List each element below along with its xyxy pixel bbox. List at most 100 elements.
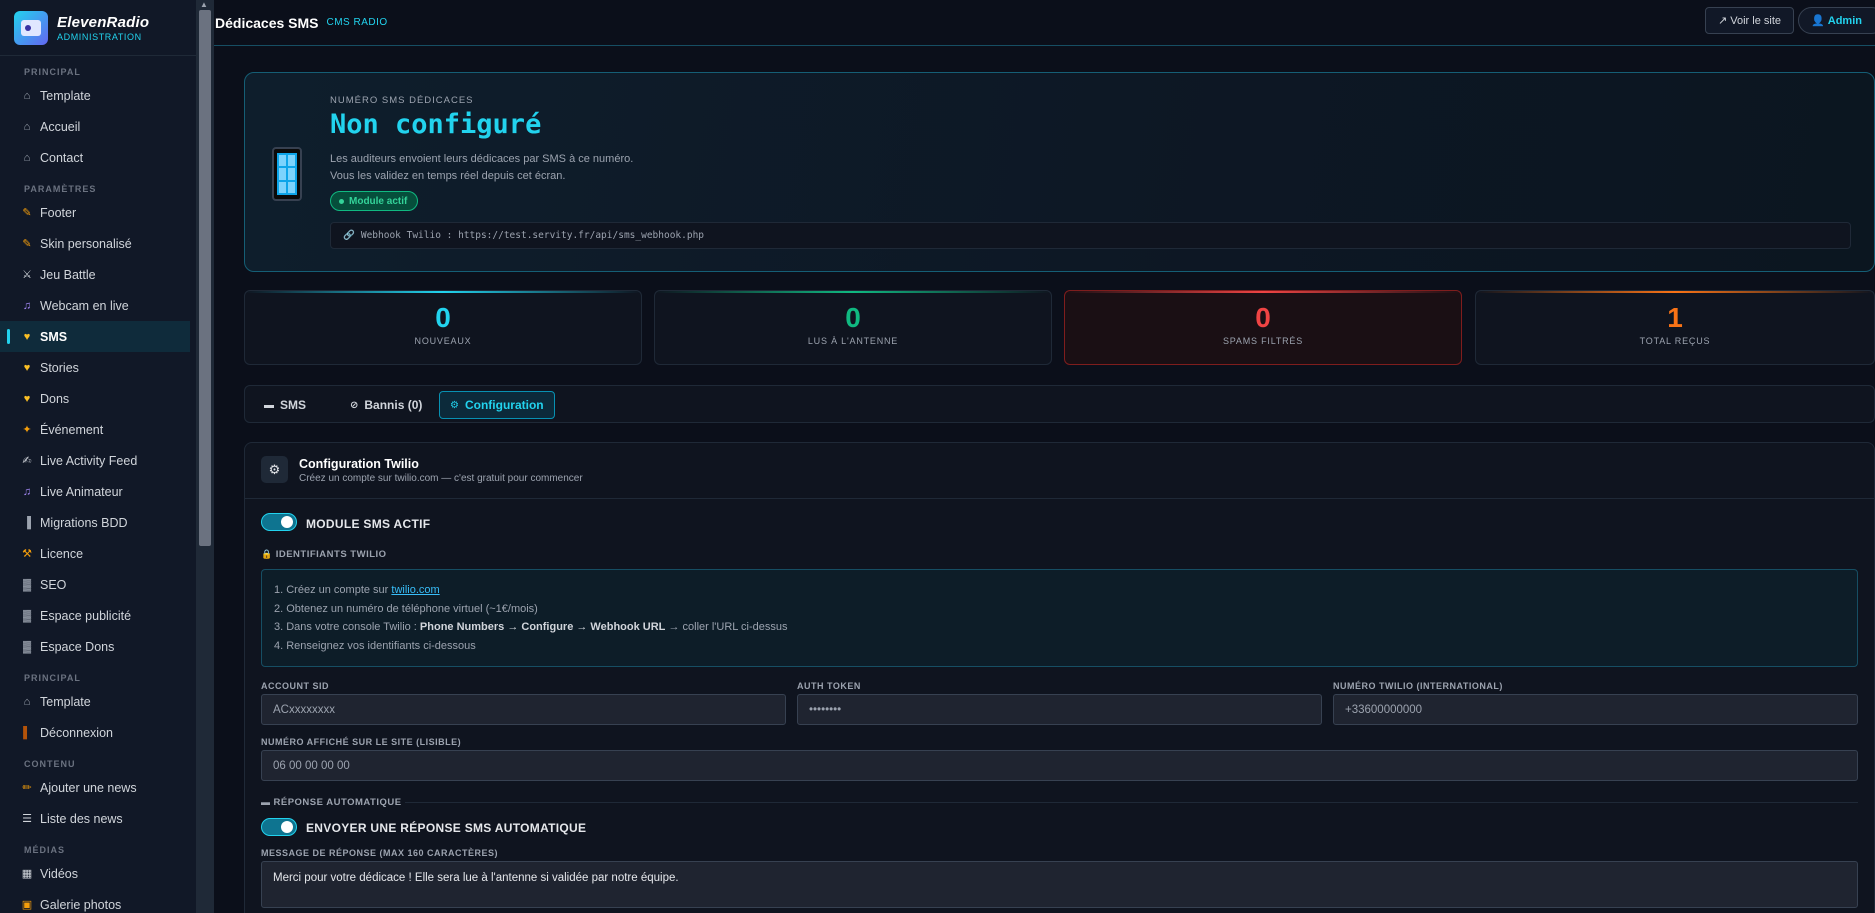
sidebar-item-deconnexion[interactable]: ▌ Déconnexion	[0, 717, 196, 748]
link-icon: 🔗	[343, 230, 355, 241]
wrench-icon: ⚒	[22, 548, 32, 560]
sidebar-item-label: Licence	[40, 546, 84, 561]
stat-label: SPAMS FILTRÉS	[1222, 336, 1304, 346]
display-number-label: NUMÉRO AFFICHÉ SUR LE SITE (LISIBLE)	[261, 737, 462, 747]
auto-reply-toggle-label: ENVOYER UNE RÉPONSE SMS AUTOMATIQUE	[306, 821, 587, 835]
sidebar-item-label: Événement	[40, 422, 104, 437]
tab-label: Bannis (0)	[364, 398, 423, 412]
sidebar-item-liste-des-news[interactable]: ☰ Liste des news	[0, 803, 196, 834]
step-bold-text: Phone Numbers → Configure → Webhook URL	[419, 621, 666, 633]
sidebar-item-template[interactable]: ⌂ Template	[0, 686, 196, 717]
webhook-url-text: Webhook Twilio : https://test.servity.fr…	[360, 230, 705, 241]
instruction-step: 3. Dans votre console Twilio : Phone Num…	[274, 618, 1845, 637]
stat-value: 0	[435, 302, 451, 333]
sidebar-section-title: PRINCIPAL	[24, 67, 81, 77]
sidebar-item-label: SEO	[40, 577, 67, 592]
account-sid-label: ACCOUNT SID	[261, 681, 329, 691]
module-sms-toggle[interactable]	[261, 513, 297, 531]
lock-icon: 🔒	[261, 549, 273, 559]
sms-number-card: NUMÉRO SMS DÉDICACES Non configuré Les a…	[244, 72, 1875, 272]
stat-label: LUS À L'ANTENNE	[807, 336, 899, 346]
sidebar-item-contact[interactable]: ⌂ Contact	[0, 142, 196, 173]
twilio-config-panel: ⚙ Configuration Twilio Créez un compte s…	[244, 442, 1875, 913]
tabs-bar: ▬ SMS ⊘ Bannis (0) ⚙ Configuration	[244, 385, 1875, 423]
sidebar-item-ajouter-une-news[interactable]: ✏ Ajouter une news	[0, 772, 196, 803]
heart-icon: ♥	[23, 392, 31, 405]
description-line: Les auditeurs envoient leurs dédicaces p…	[330, 153, 634, 165]
panel-header: ⚙ Configuration Twilio Créez un compte s…	[245, 443, 1874, 499]
tab-sms[interactable]: ▬ SMS	[254, 391, 316, 419]
section-divider	[405, 802, 1858, 803]
twilio-number-input[interactable]: +33600000000	[1333, 694, 1858, 725]
sidebar-item-stories[interactable]: ♥ Stories	[0, 352, 196, 383]
sidebar-item-label: SMS	[40, 329, 68, 344]
sidebar-item-evenement[interactable]: ✦ Événement	[0, 414, 196, 445]
auth-token-input[interactable]: ••••••••	[797, 694, 1322, 725]
sidebar-item-skin-personalise[interactable]: ✎ Skin personalisé	[0, 228, 196, 259]
gear-icon: ⚙	[261, 456, 288, 483]
sidebar-nav: PRINCIPAL ⌂ Template ⌂ Accueil ⌂ Contact PARAMÈ…	[0, 56, 196, 913]
message-icon: ▬	[261, 797, 271, 807]
sidebar-item-webcam-en-live[interactable]: ♫ Webcam en live	[0, 290, 196, 321]
setup-instructions: 1. Créez un compte sur twilio.com 2. Obt…	[261, 569, 1858, 667]
stat-card-read-on-air: 0 LUS À L'ANTENNE	[654, 290, 1052, 365]
display-number-input[interactable]: 06 00 00 00 00	[261, 750, 1858, 781]
sidebar-item-galerie-photos[interactable]: ▣ Galerie photos	[0, 889, 196, 913]
sidebar-item-accueil[interactable]: ⌂ Accueil	[0, 111, 196, 142]
account-sid-input[interactable]: ACxxxxxxxx	[261, 694, 786, 725]
admin-user-button[interactable]: 👤 Admin	[1798, 7, 1875, 34]
view-site-button[interactable]: ↗ Voir le site	[1704, 7, 1794, 34]
sidebar-item-label: Liste des news	[40, 811, 123, 826]
auto-reply-section-title: ▬ RÉPONSE AUTOMATIQUE	[261, 797, 402, 808]
webhook-url-box[interactable]: 🔗 Webhook Twilio : https://test.servity.…	[330, 222, 1851, 249]
instruction-step: 4. Renseignez vos identifiants ci-dessou…	[274, 639, 476, 652]
sidebar-item-sms[interactable]: ♥ SMS	[0, 321, 190, 352]
tab-banned[interactable]: ⊘ Bannis (0)	[340, 391, 432, 419]
sidebar-item-licence[interactable]: ⚒ Licence	[0, 538, 196, 569]
sidebar-item-label: Webcam en live	[40, 298, 129, 313]
auto-reply-section-label: RÉPONSE AUTOMATIQUE	[273, 797, 402, 808]
page-title: Dédicaces SMS	[215, 14, 319, 31]
description-line: Vous les validez en temps réel depuis ce…	[330, 170, 566, 182]
scroll-up-arrow-icon[interactable]: ▲	[200, 0, 208, 9]
radio-logo-icon	[14, 10, 48, 45]
swords-icon: ⚔	[22, 269, 32, 281]
sidebar-item-live-animateur[interactable]: ♫ Live Animateur	[0, 476, 196, 507]
sms-number-label: NUMÉRO SMS DÉDICACES	[330, 95, 474, 106]
panel-subtitle: Créez un compte sur twilio.com — c'est g…	[299, 473, 583, 484]
sidebar-item-dons[interactable]: ♥ Dons	[0, 383, 196, 414]
brand[interactable]: ElevenRadio ADMINISTRATION	[0, 0, 213, 56]
stat-label: TOTAL REÇUS	[1639, 336, 1711, 346]
sidebar-item-migrations-bdd[interactable]: ▐ Migrations BDD	[0, 507, 196, 538]
sidebar-item-label: Footer	[40, 205, 77, 220]
step-text: 1. Créez un compte sur	[274, 584, 392, 596]
tab-configuration[interactable]: ⚙ Configuration	[439, 391, 555, 419]
stat-value: 1	[1667, 302, 1683, 333]
sidebar-item-espace-dons[interactable]: ▓ Espace Dons	[0, 631, 196, 662]
sidebar-item-label: Stories	[40, 360, 79, 375]
sidebar-item-espace-publicite[interactable]: ▓ Espace publicité	[0, 600, 196, 631]
sidebar-item-template[interactable]: ⌂ Template	[0, 80, 196, 111]
brush-icon: ✎	[22, 238, 32, 250]
sidebar-item-label: Ajouter une news	[40, 780, 137, 795]
module-sms-toggle-label: MODULE SMS ACTIF	[306, 517, 431, 531]
stat-value: 0	[1255, 302, 1271, 333]
reply-message-textarea[interactable]: Merci pour votre dédicace ! Elle sera lu…	[261, 861, 1858, 908]
sidebar-item-jeu-battle[interactable]: ⚔ Jeu Battle	[0, 259, 196, 290]
sidebar-item-footer[interactable]: ✎ Footer	[0, 197, 196, 228]
module-status-badge: Module actif	[330, 191, 419, 211]
sidebar-scroll-thumb[interactable]	[199, 10, 211, 546]
home-icon: ⌂	[23, 89, 31, 102]
auto-reply-toggle[interactable]	[261, 818, 297, 836]
chart-icon: ▓	[22, 609, 32, 622]
sidebar-scrollbar[interactable]: ▲	[196, 0, 214, 913]
sidebar-item-live-activity-feed[interactable]: ✍ Live Activity Feed	[0, 445, 196, 476]
topbar: Dédicaces SMS CMS RADIO ↗ Voir le site 👤…	[214, 0, 1875, 46]
twilio-link[interactable]: twilio.com	[391, 584, 439, 596]
stat-card-total-received: 1 TOTAL REÇUS	[1475, 290, 1875, 365]
music-icon: ♫	[22, 485, 32, 498]
sidebar-item-videos[interactable]: ▦ Vidéos	[0, 858, 196, 889]
sidebar-item-seo[interactable]: ▓ SEO	[0, 569, 196, 600]
auth-token-label: AUTH TOKEN	[797, 681, 861, 691]
home-icon: ⌂	[23, 695, 31, 708]
